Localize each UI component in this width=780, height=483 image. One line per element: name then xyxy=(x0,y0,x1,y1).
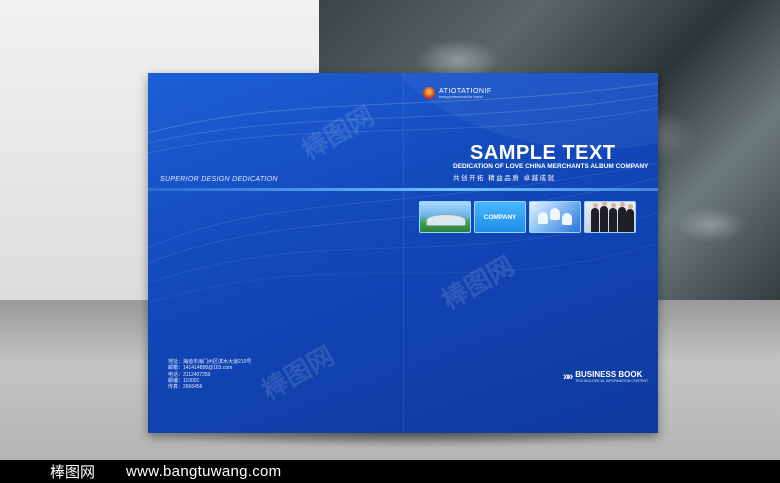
person-icon xyxy=(600,202,608,232)
cover-subtitle: DEDICATION OF LOVE CHINA MERCHANTS ALBUM… xyxy=(453,163,649,170)
footer-brand: 棒图网 xyxy=(50,464,96,481)
person-icon xyxy=(618,202,626,232)
stadium-photo-tile xyxy=(419,201,471,233)
company-tile-label: COMPANY xyxy=(483,213,517,221)
business-book-subtitle: TECHNOLOGICAL INFORMATION CONTENT xyxy=(575,379,649,383)
site-footer-bar: 棒图网 www.bangtuwang.com xyxy=(0,460,780,483)
spine-divider xyxy=(403,73,404,433)
contact-line: 传真：2666456 xyxy=(168,384,203,391)
cover-title: SAMPLE TEXT xyxy=(470,142,616,164)
person-icon xyxy=(591,203,599,232)
hand-icon xyxy=(550,208,560,220)
hand-icon xyxy=(562,213,572,225)
logo-mark-icon xyxy=(423,87,435,99)
hand-icon xyxy=(538,212,548,224)
team-photo-tile xyxy=(584,201,636,233)
hands-photo-tile xyxy=(529,201,581,233)
business-book-title: BUSINESS BOOK xyxy=(575,370,643,379)
person-icon xyxy=(626,204,634,232)
company-logo: ATIOTATIONIF being professional for bran… xyxy=(423,87,492,99)
person-icon xyxy=(609,203,617,232)
cover-subtitle-cn: 共创开拓 精益品质 卓越成就 xyxy=(453,175,556,182)
horizontal-accent-bar xyxy=(148,188,658,191)
footer-url-link[interactable]: www.bangtuwang.com xyxy=(126,463,281,480)
company-tile: COMPANY xyxy=(474,201,526,233)
logo-text: ATIOTATIONIF xyxy=(439,87,492,95)
logo-subtext: being professional for brand xyxy=(439,94,483,99)
cover-tagline: SUPERIOR DESIGN DEDICATION xyxy=(160,176,278,183)
business-book-mark: »» BUSINESS BOOK TECHNOLOGICAL INFORMATI… xyxy=(563,370,649,384)
brochure-cover: ATIOTATIONIF being professional for bran… xyxy=(148,73,658,433)
contact-info: 地址：海迪市海门州区滨水大道210号 邮箱：141414888@163.com … xyxy=(168,359,251,390)
double-chevron-icon: »» xyxy=(563,371,573,383)
stadium-icon xyxy=(426,214,466,226)
